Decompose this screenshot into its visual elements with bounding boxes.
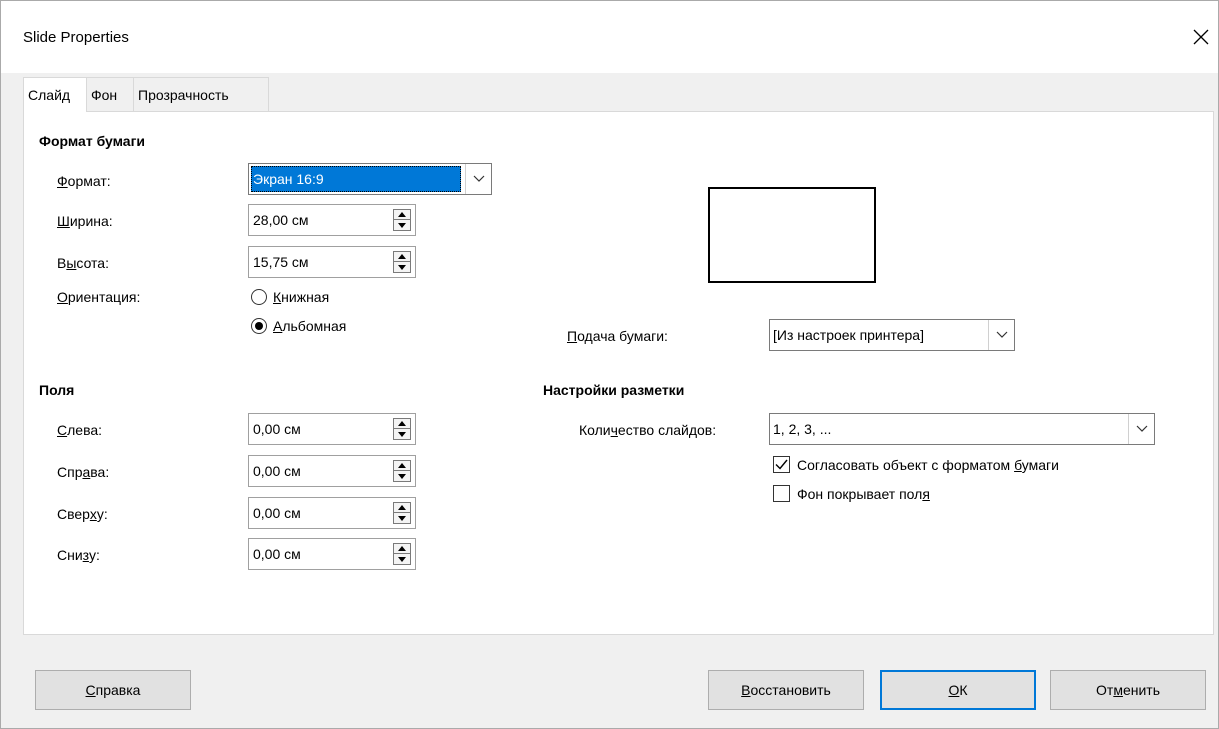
page-preview [708, 187, 876, 283]
margin-left-value: 0,00 см [253, 421, 301, 437]
portrait-label[interactable]: Книжная [273, 289, 329, 305]
slide-count-dropdown-button[interactable] [1128, 414, 1154, 444]
tab-transparency[interactable]: Прозрачность [133, 77, 269, 111]
margin-top-spinbox[interactable]: 0,00 см [248, 497, 416, 529]
margin-bottom-label: Снизу: [57, 547, 100, 563]
paper-tray-value: [Из настроек принтера] [773, 327, 924, 343]
margin-top-spin-up[interactable] [394, 503, 410, 513]
margin-top-spin-down[interactable] [394, 513, 410, 523]
format-select[interactable]: Экран 16:9 [248, 163, 492, 195]
tab-background[interactable]: Фон [86, 77, 134, 111]
slide-count-select[interactable]: 1, 2, 3, ... [769, 413, 1155, 445]
paper-format-heading: Формат бумаги [39, 133, 146, 149]
margin-bottom-value: 0,00 см [253, 546, 301, 562]
margin-right-spin-down[interactable] [394, 471, 410, 481]
triangle-up-icon [398, 505, 406, 510]
ok-button-label: ОК [948, 682, 968, 698]
chevron-down-icon [1136, 425, 1147, 432]
height-spin-up[interactable] [394, 252, 410, 262]
title-bar: Slide Properties [1, 1, 1218, 73]
height-spin-down[interactable] [394, 262, 410, 272]
triangle-down-icon [398, 515, 406, 521]
triangle-up-icon [398, 212, 406, 217]
tab-label: Прозрачность [138, 87, 229, 103]
cancel-button-label: Отменить [1096, 682, 1160, 698]
height-spin-buttons [393, 251, 411, 273]
landscape-radio[interactable] [251, 318, 267, 334]
format-dropdown-button[interactable] [465, 164, 491, 194]
width-spin-buttons [393, 209, 411, 231]
slide-properties-dialog: Slide Properties Слайд Фон Прозрачность … [0, 0, 1219, 729]
width-value: 28,00 см [253, 212, 309, 228]
width-spin-down[interactable] [394, 220, 410, 230]
margin-bottom-spin-buttons [393, 543, 411, 565]
triangle-down-icon [398, 473, 406, 479]
triangle-down-icon [398, 431, 406, 437]
help-button-label: Справка [85, 682, 141, 698]
margin-bottom-spin-up[interactable] [394, 544, 410, 554]
cancel-button[interactable]: Отменить [1050, 670, 1206, 710]
portrait-radio[interactable] [251, 289, 267, 305]
orientation-label: Ориентация: [57, 289, 141, 305]
margin-bottom-spin-down[interactable] [394, 554, 410, 564]
margin-right-label: Справа: [57, 464, 110, 480]
margin-top-spin-buttons [393, 502, 411, 524]
chevron-down-icon [473, 175, 484, 182]
tab-label: Слайд [28, 87, 71, 103]
paper-tray-label: Подача бумаги: [567, 328, 668, 344]
tab-label: Фон [91, 87, 118, 103]
width-spin-up[interactable] [394, 210, 410, 220]
width-spinbox[interactable]: 28,00 см [248, 204, 416, 236]
tab-panel-slide [23, 111, 1214, 635]
triangle-up-icon [398, 546, 406, 551]
paper-tray-select[interactable]: [Из настроек принтера] [769, 319, 1015, 351]
triangle-down-icon [398, 556, 406, 562]
format-value: Экран 16:9 [251, 166, 461, 192]
triangle-down-icon [398, 222, 406, 228]
margin-right-spin-buttons [393, 460, 411, 482]
format-label: Формат: [57, 173, 111, 189]
fit-object-checkbox[interactable] [773, 456, 790, 473]
slide-count-value: 1, 2, 3, ... [773, 421, 832, 437]
close-button[interactable] [1183, 19, 1219, 55]
margin-right-value: 0,00 см [253, 463, 301, 479]
close-icon [1193, 29, 1209, 45]
width-label: Ширина: [57, 213, 113, 229]
triangle-down-icon [398, 264, 406, 270]
triangle-up-icon [398, 254, 406, 259]
margin-left-spin-up[interactable] [394, 419, 410, 429]
height-spinbox[interactable]: 15,75 см [248, 246, 416, 278]
ok-button[interactable]: ОК [880, 670, 1036, 710]
help-button[interactable]: Справка [35, 670, 191, 710]
margin-bottom-spinbox[interactable]: 0,00 см [248, 538, 416, 570]
bg-covers-margins-label[interactable]: Фон покрывает поля [797, 486, 930, 502]
dialog-title: Slide Properties [23, 29, 129, 46]
margin-right-spin-up[interactable] [394, 461, 410, 471]
reset-button-label: Восстановить [741, 682, 831, 698]
margin-left-spin-buttons [393, 418, 411, 440]
landscape-label[interactable]: Альбомная [273, 318, 346, 334]
bg-covers-margins-checkbox[interactable] [773, 485, 790, 502]
margin-left-spin-down[interactable] [394, 429, 410, 439]
checkmark-icon [775, 459, 788, 470]
height-label: Высота: [57, 255, 109, 271]
margin-left-spinbox[interactable]: 0,00 см [248, 413, 416, 445]
tab-slide[interactable]: Слайд [23, 77, 87, 112]
height-value: 15,75 см [253, 254, 309, 270]
layout-settings-heading: Настройки разметки [543, 382, 685, 398]
triangle-up-icon [398, 421, 406, 426]
margins-heading: Поля [39, 382, 75, 398]
margin-left-label: Слева: [57, 422, 103, 438]
triangle-up-icon [398, 463, 406, 468]
paper-tray-dropdown-button[interactable] [988, 320, 1014, 350]
reset-button[interactable]: Восстановить [708, 670, 864, 710]
margin-top-label: Сверху: [57, 506, 108, 522]
chevron-down-icon [996, 331, 1007, 338]
margin-right-spinbox[interactable]: 0,00 см [248, 455, 416, 487]
slide-count-label: Количество слайдов: [579, 422, 717, 438]
fit-object-label[interactable]: Согласовать объект с форматом бумаги [797, 457, 1059, 473]
margin-top-value: 0,00 см [253, 505, 301, 521]
